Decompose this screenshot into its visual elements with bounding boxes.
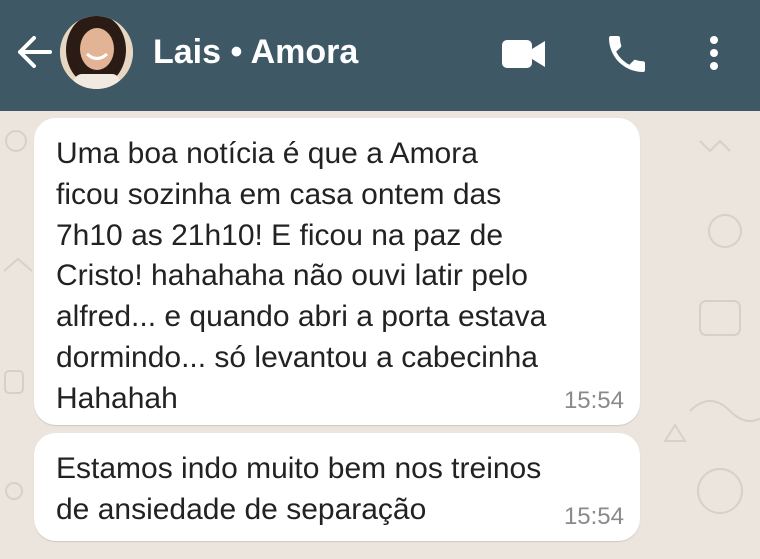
message-time: 15:54 (563, 387, 624, 414)
message-text: Estamos indo muito bem nos treinos de an… (56, 452, 542, 526)
back-button[interactable] (12, 30, 56, 74)
video-call-button[interactable] (500, 30, 548, 78)
arrow-left-icon (18, 36, 52, 68)
voice-call-button[interactable] (603, 30, 651, 78)
contact-avatar[interactable] (60, 16, 133, 89)
message-bubble[interactable]: Uma boa notícia é que a Amora ficou sozi… (34, 118, 640, 425)
chat-area[interactable]: Uma boa notícia é que a Amora ficou sozi… (0, 111, 760, 559)
contact-name[interactable]: Lais • Amora (153, 30, 358, 74)
phone-icon (609, 36, 645, 72)
avatar-photo (60, 16, 133, 89)
message-bubble[interactable]: Estamos indo muito bem nos treinos de an… (34, 433, 640, 541)
more-vertical-icon (710, 36, 718, 70)
message-time: 15:54 (563, 503, 624, 530)
more-options-button[interactable] (698, 30, 730, 78)
chat-header: Lais • Amora (0, 0, 760, 111)
video-camera-icon (502, 40, 545, 68)
message-text: Uma boa notícia é que a Amora ficou sozi… (56, 137, 547, 415)
